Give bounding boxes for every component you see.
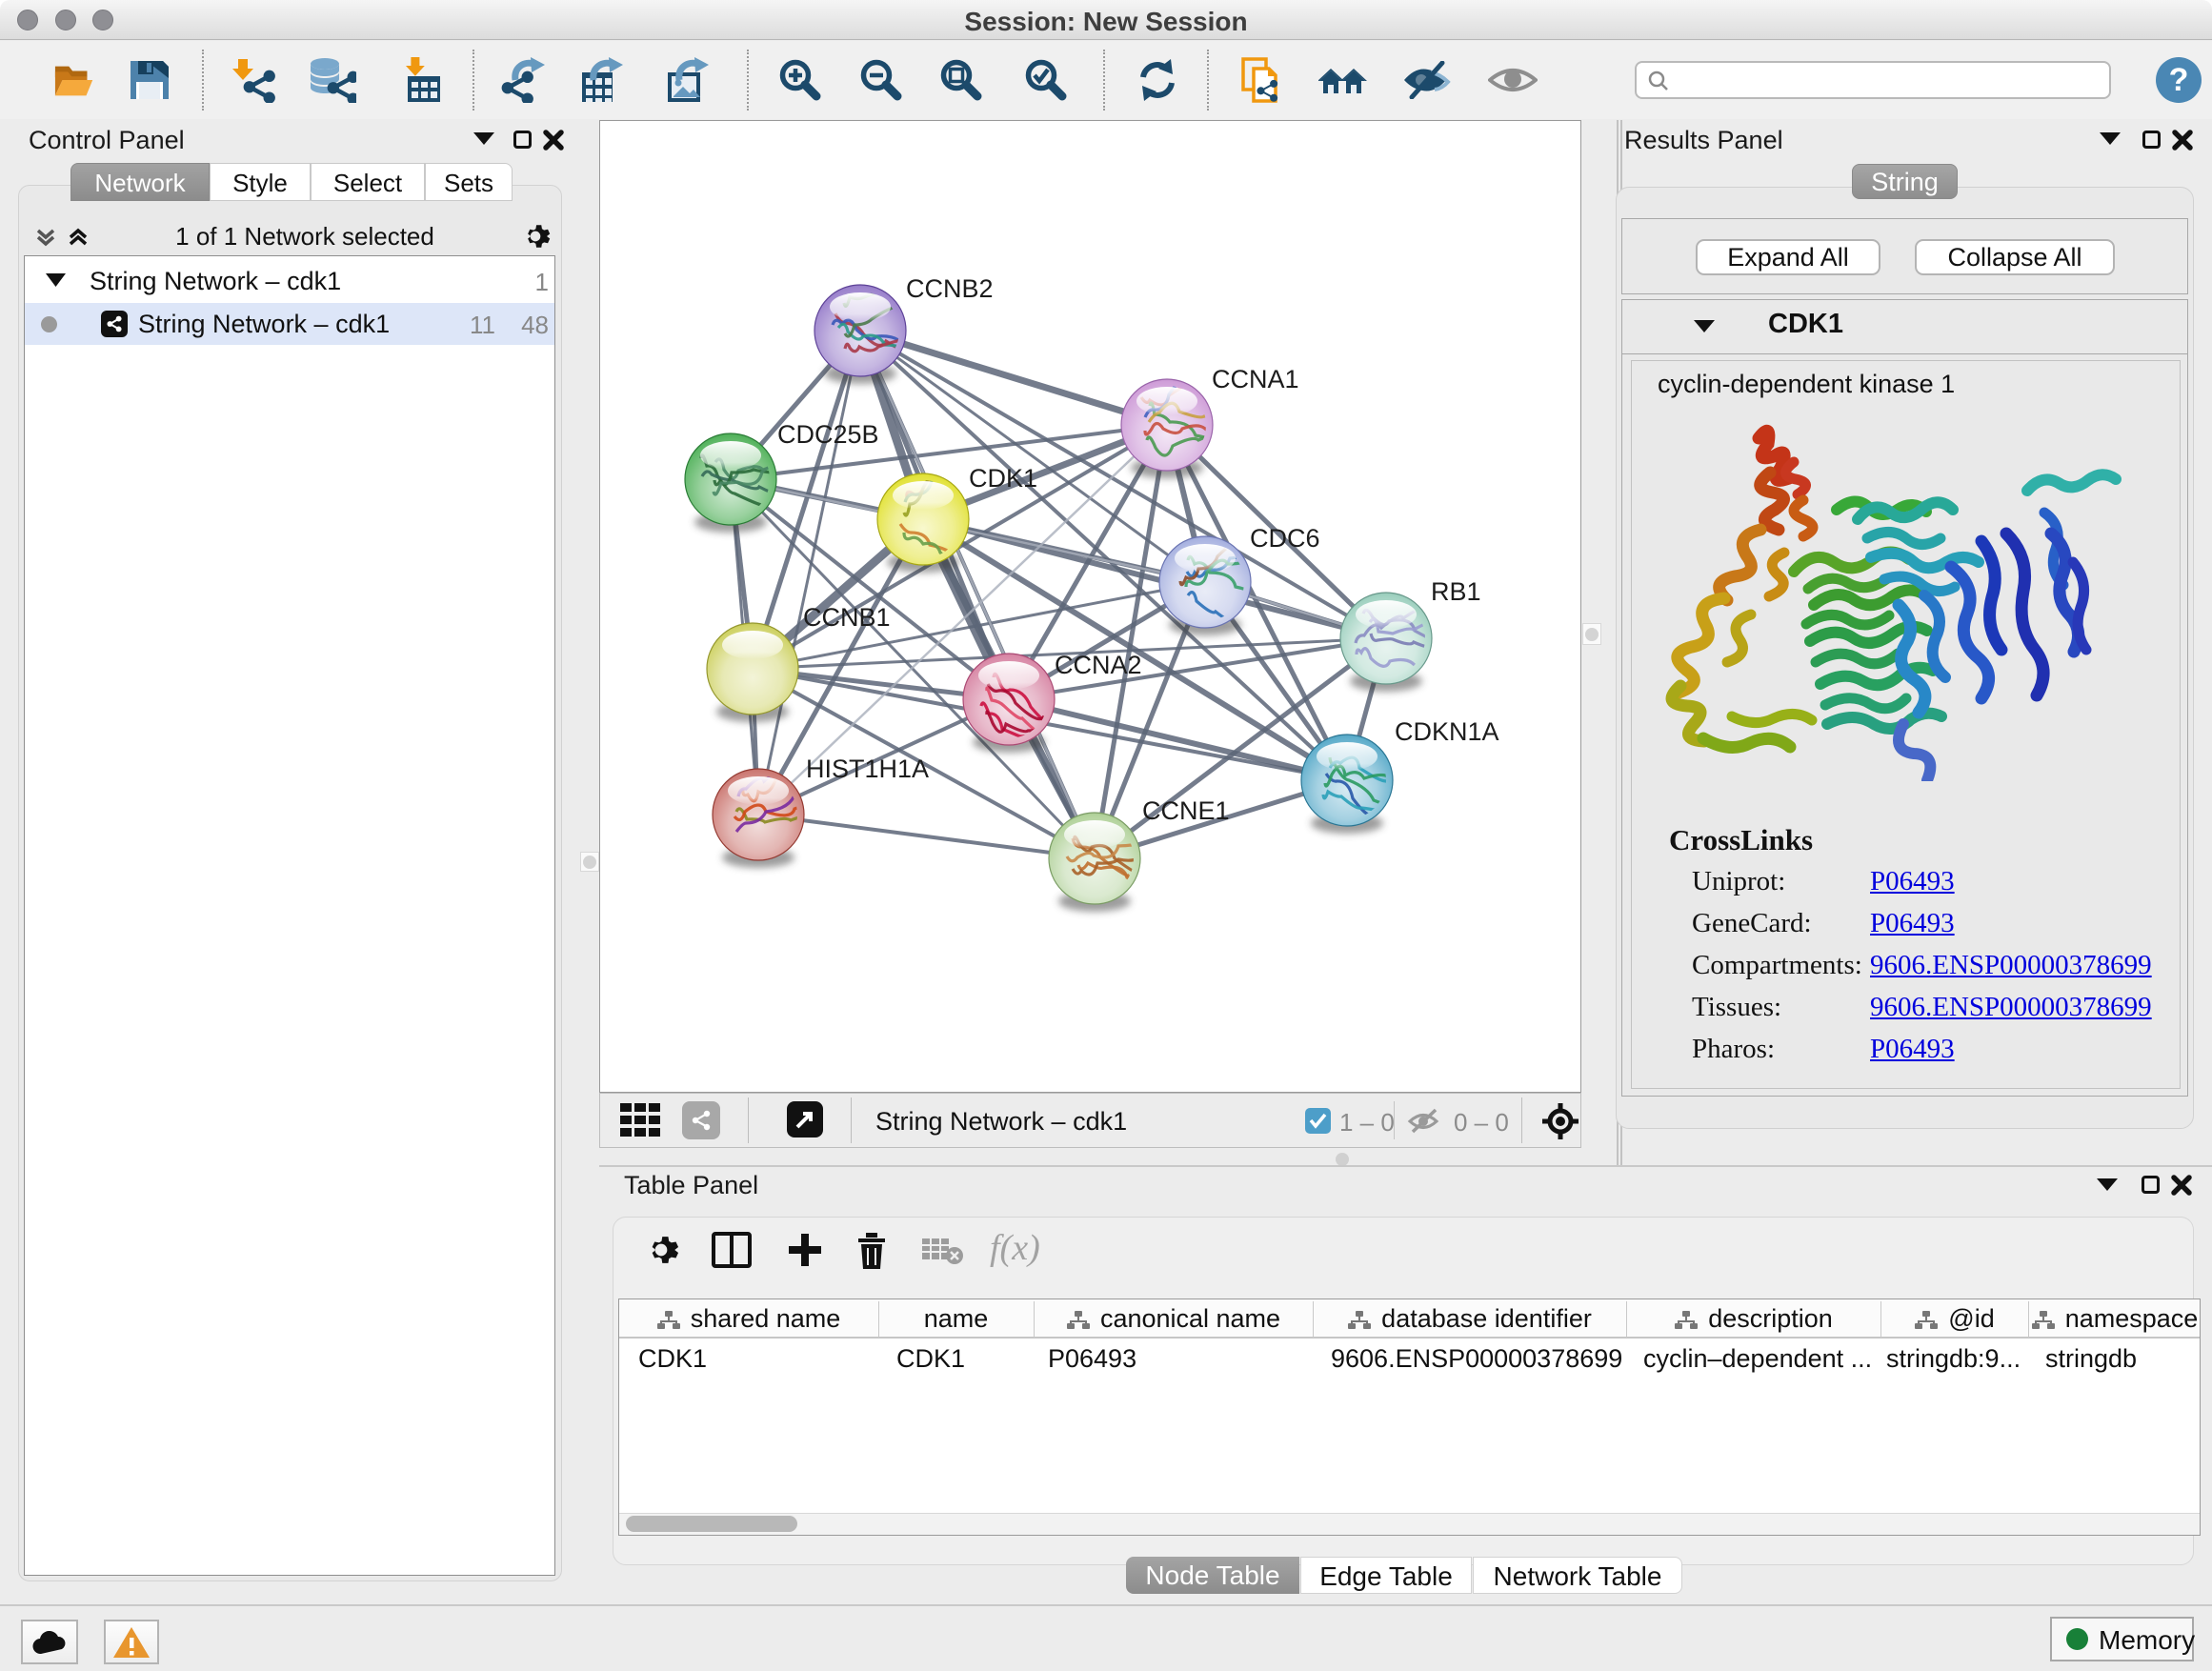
svg-text:CCNA2: CCNA2 [1055,651,1142,679]
svg-text:CCNB1: CCNB1 [803,603,891,632]
svg-text:HIST1H1A: HIST1H1A [806,755,929,783]
svg-text:CDC25B: CDC25B [777,420,879,449]
svg-text:CCNB2: CCNB2 [906,274,994,303]
svg-text:CCNE1: CCNE1 [1142,796,1230,825]
svg-text:CDK1: CDK1 [969,464,1037,493]
svg-text:CDC6: CDC6 [1250,524,1320,553]
svg-text:CDKN1A: CDKN1A [1395,717,1499,746]
svg-text:RB1: RB1 [1431,577,1481,606]
svg-text:CCNA1: CCNA1 [1212,365,1299,393]
